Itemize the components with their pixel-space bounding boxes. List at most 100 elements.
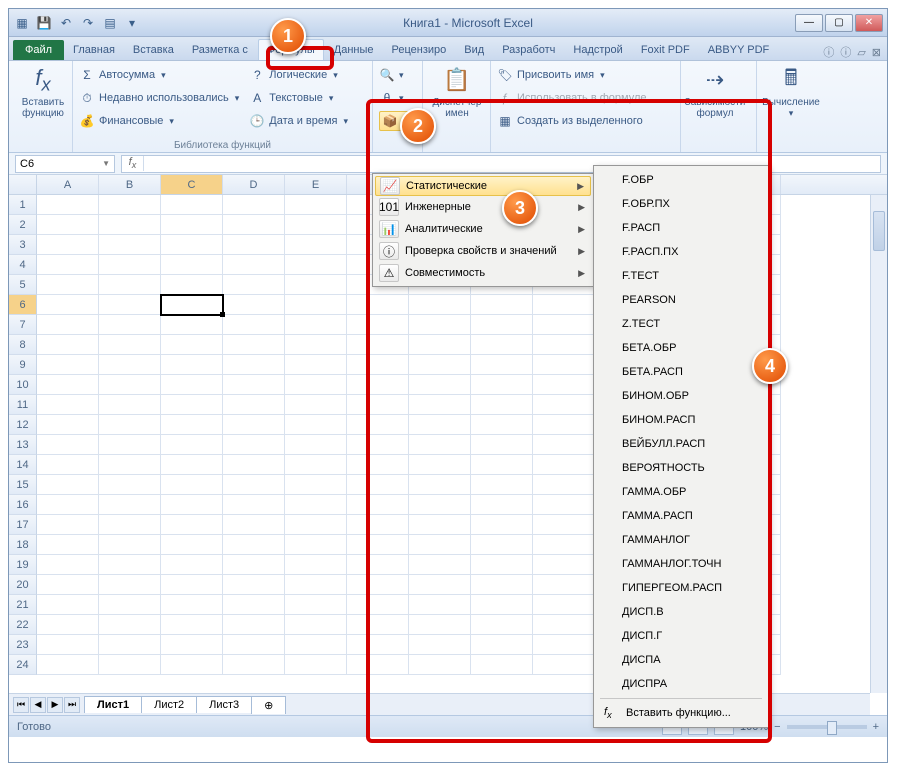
text-button[interactable]: AТекстовые▾ [249,88,348,108]
cell[interactable] [409,455,471,475]
tab-pagelayout[interactable]: Разметка с [184,40,256,60]
cell[interactable] [223,595,285,615]
function-menu-item[interactable]: PEARSON [596,288,766,312]
sheet-tab[interactable]: Лист1 [84,696,142,713]
row-header[interactable]: 3 [9,235,37,255]
cell[interactable] [161,195,223,215]
cell[interactable] [223,455,285,475]
cell[interactable] [223,295,285,315]
sheet-tab[interactable]: Лист3 [196,696,252,713]
cell[interactable] [471,295,533,315]
cell[interactable] [285,595,347,615]
row-header[interactable]: 13 [9,435,37,455]
function-menu-item[interactable]: ГАММАНЛОГ.ТОЧН [596,552,766,576]
close-button[interactable]: ✕ [855,14,883,32]
cell[interactable] [409,495,471,515]
cell[interactable] [285,415,347,435]
datetime-button[interactable]: 🕒Дата и время▾ [249,111,348,131]
function-menu-item[interactable]: ДИСПА [596,648,766,672]
function-menu-item[interactable]: БИНОМ.ОБР [596,384,766,408]
tab-abbyy[interactable]: ABBYY PDF [700,40,778,60]
define-name-button[interactable]: 🏷Присвоить имя▾ [497,65,674,85]
function-menu-item[interactable]: F.РАСП [596,216,766,240]
cell[interactable] [37,375,99,395]
cell[interactable] [37,295,99,315]
cell[interactable] [409,655,471,675]
cell[interactable] [161,335,223,355]
deps-button[interactable]: ⇢ Зависимости формул [687,65,743,119]
cell[interactable] [409,355,471,375]
cell[interactable] [533,455,595,475]
cell[interactable] [99,535,161,555]
cell[interactable] [285,275,347,295]
cell[interactable] [285,575,347,595]
row-header[interactable]: 14 [9,455,37,475]
cell[interactable] [99,315,161,335]
function-menu-item[interactable]: ВЕЙБУЛЛ.РАСП [596,432,766,456]
function-menu-item[interactable]: ДИСП.В [596,600,766,624]
doc-icon[interactable]: ▤ [101,14,119,32]
cell[interactable] [471,635,533,655]
new-sheet-button[interactable]: ⊕ [251,696,286,714]
cell[interactable] [99,495,161,515]
cell[interactable] [223,475,285,495]
row-header[interactable]: 7 [9,315,37,335]
function-menu-item[interactable]: БЕТА.РАСП [596,360,766,384]
cell[interactable] [161,255,223,275]
cell[interactable] [37,515,99,535]
cell[interactable] [37,395,99,415]
cell[interactable] [37,215,99,235]
cell[interactable] [533,575,595,595]
cell[interactable] [409,595,471,615]
sheet-nav-first[interactable]: ⏮ [13,697,29,713]
cell[interactable] [285,555,347,575]
cell[interactable] [161,655,223,675]
cell[interactable] [471,435,533,455]
cell[interactable] [533,375,595,395]
cell[interactable] [347,595,409,615]
row-header[interactable]: 8 [9,335,37,355]
save-icon[interactable]: 💾 [35,14,53,32]
cell[interactable] [223,395,285,415]
tab-foxit[interactable]: Foxit PDF [633,40,698,60]
cell[interactable] [99,375,161,395]
cell[interactable] [471,535,533,555]
cell[interactable] [99,195,161,215]
row-header[interactable]: 5 [9,275,37,295]
function-menu-item[interactable]: ГАММА.ОБР [596,480,766,504]
cell[interactable] [99,595,161,615]
cell[interactable] [285,315,347,335]
cell[interactable] [533,415,595,435]
cell[interactable] [223,235,285,255]
col-header-D[interactable]: D [223,175,285,194]
cell[interactable] [161,515,223,535]
cell[interactable] [161,495,223,515]
cell[interactable] [99,435,161,455]
zoom-in-button[interactable]: + [873,721,879,733]
category-menu-item[interactable]: 📊Аналитические▶ [375,218,591,240]
row-header[interactable]: 10 [9,375,37,395]
cell[interactable] [533,595,595,615]
cell[interactable] [471,595,533,615]
function-menu-item[interactable]: БИНОМ.РАСП [596,408,766,432]
cell[interactable] [409,395,471,415]
function-menu-item[interactable]: ГАММАНЛОГ [596,528,766,552]
function-menu-item[interactable]: Z.ТЕСТ [596,312,766,336]
cell[interactable] [223,195,285,215]
row-header[interactable]: 24 [9,655,37,675]
cell[interactable] [37,435,99,455]
autosum-button[interactable]: ΣАвтосумма▾ [79,65,239,85]
cell[interactable] [161,375,223,395]
function-menu-item[interactable]: ГИПЕРГЕОМ.РАСП [596,576,766,600]
cell[interactable] [471,395,533,415]
col-header-B[interactable]: B [99,175,161,194]
cell[interactable] [223,275,285,295]
cell[interactable] [347,535,409,555]
cell[interactable] [37,455,99,475]
name-box[interactable]: C6▼ [15,155,115,173]
cell[interactable] [533,555,595,575]
cell[interactable] [409,555,471,575]
function-menu-item[interactable]: F.РАСП.ПХ [596,240,766,264]
insert-function-menu-item[interactable]: fxВставить функцию... [596,701,766,725]
cell[interactable] [99,235,161,255]
